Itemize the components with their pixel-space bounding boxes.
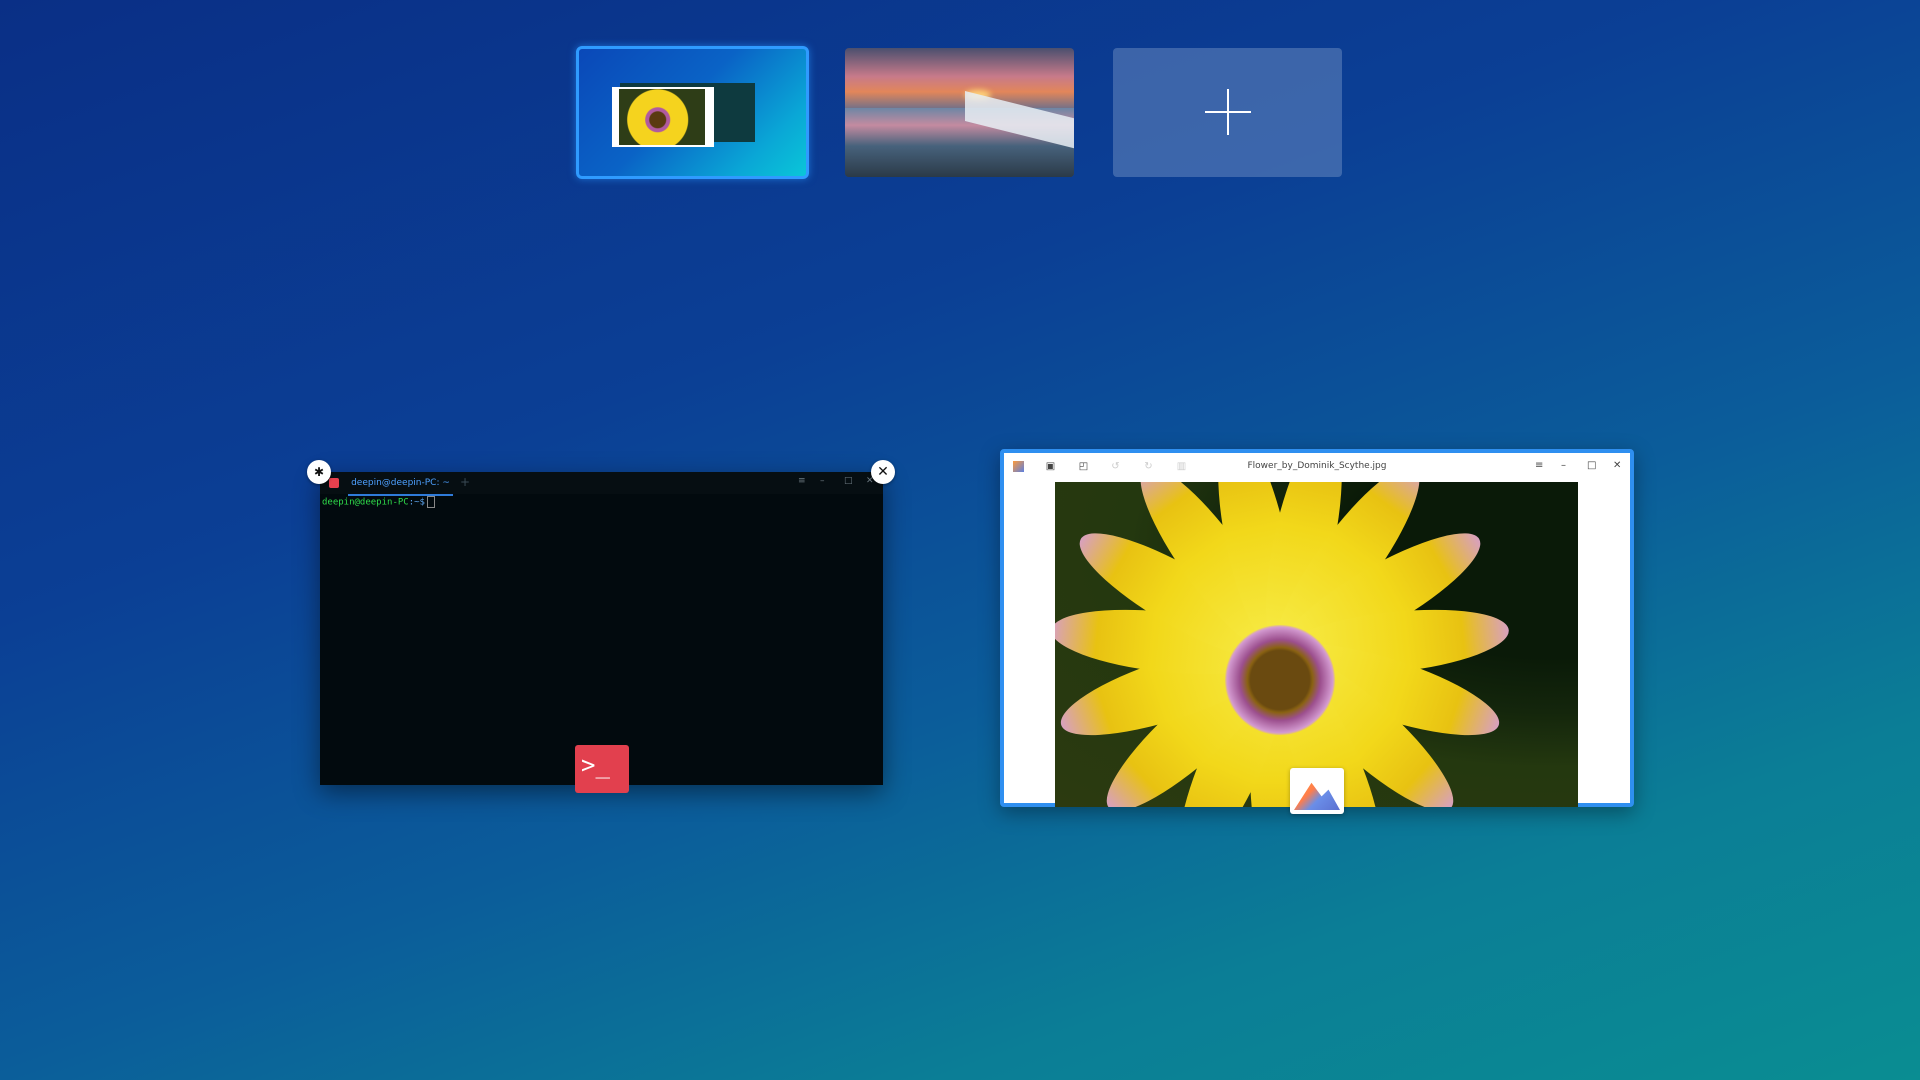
close-icon[interactable]: ✕ (1613, 460, 1621, 471)
maximize-icon[interactable]: □ (844, 476, 853, 486)
workspace-thumbnail-2[interactable] (845, 48, 1074, 177)
pin-window-button[interactable]: ✱ (307, 460, 331, 484)
terminal-app-icon (329, 478, 339, 488)
minimize-icon[interactable]: – (1561, 460, 1566, 471)
mountain-icon (1294, 782, 1340, 810)
minimize-icon[interactable]: – (820, 476, 825, 486)
maximize-icon[interactable]: □ (1587, 460, 1596, 471)
image-viewer-window[interactable]: ▣ ◰ ↺ ↻ ▥ Flower_by_Dominik_Scythe.jpg ≡… (1000, 449, 1634, 807)
menu-icon[interactable]: ≡ (798, 476, 806, 486)
flower-image (1055, 482, 1578, 807)
workspace-thumbnail-1[interactable] (576, 46, 809, 179)
menu-icon[interactable]: ≡ (1535, 460, 1543, 471)
terminal-app-badge-icon: >_ (575, 745, 629, 793)
prompt-user: deepin@deepin-PC (322, 497, 409, 508)
terminal-tab[interactable]: deepin@deepin-PC: ~ (348, 472, 453, 496)
plus-icon-vertical (1227, 89, 1229, 135)
viewer-titlebar: ▣ ◰ ↺ ↻ ▥ Flower_by_Dominik_Scythe.jpg ≡… (1004, 453, 1630, 481)
terminal-window[interactable]: deepin@deepin-PC: ~ + ≡ – □ ✕ deepin@dee… (320, 472, 883, 785)
new-tab-button[interactable]: + (460, 475, 470, 489)
prompt-path: :~$ (408, 497, 425, 508)
text-cursor (426, 496, 435, 508)
terminal-titlebar: deepin@deepin-PC: ~ + ≡ – □ ✕ (320, 472, 883, 496)
terminal-prompt[interactable]: deepin@deepin-PC:~$ (322, 496, 435, 508)
flower-center (1225, 625, 1335, 735)
mini-flower-preview (619, 89, 705, 145)
add-workspace-button[interactable] (1113, 48, 1342, 177)
image-viewer-app-badge-icon (1290, 768, 1344, 814)
close-window-button[interactable]: ✕ (871, 460, 895, 484)
